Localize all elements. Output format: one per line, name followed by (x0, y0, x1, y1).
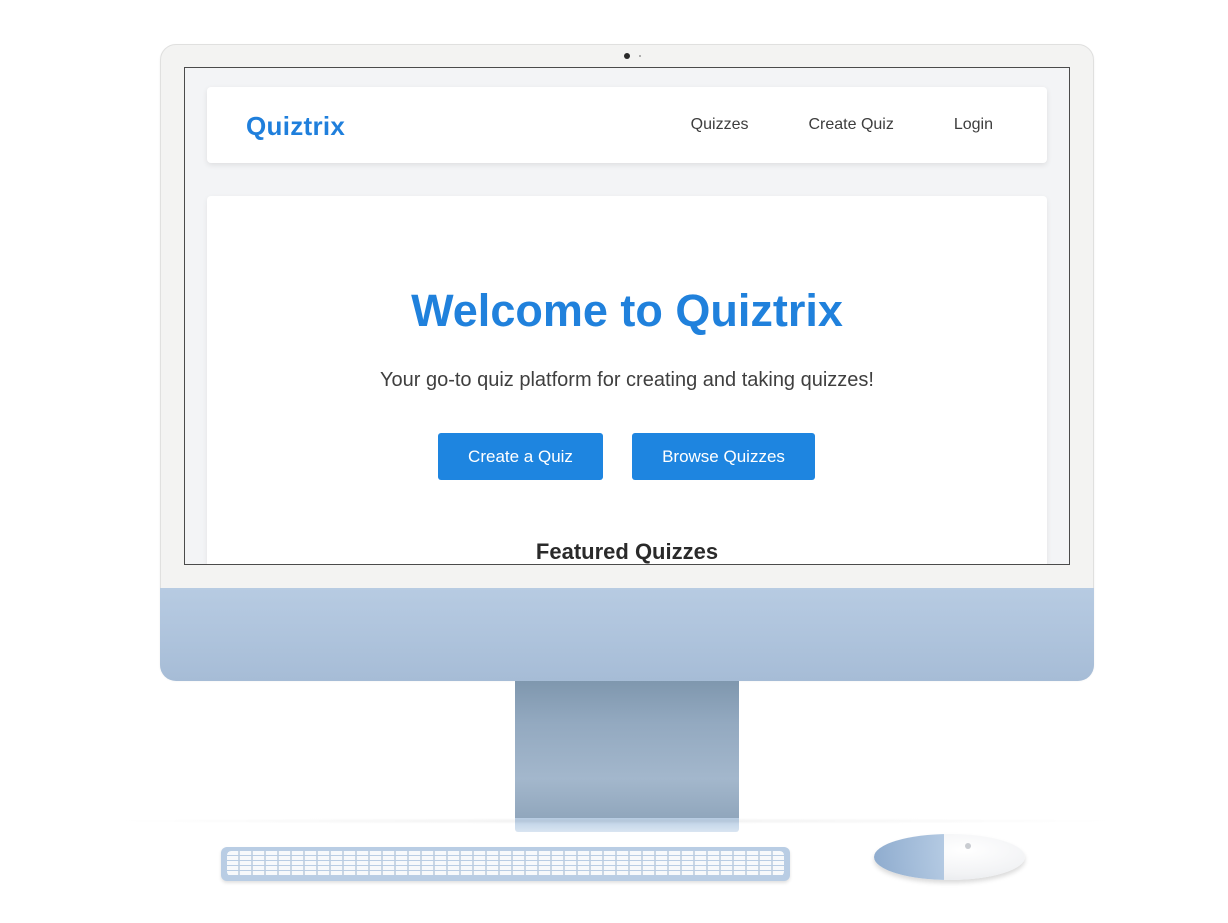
create-quiz-button[interactable]: Create a Quiz (438, 433, 603, 480)
camera-icon (624, 53, 630, 59)
hero-subtitle: Your go-to quiz platform for creating an… (380, 369, 874, 391)
nav-links: Quizzes Create Quiz Login (691, 116, 993, 134)
featured-quizzes-heading: Featured Quizzes (535, 539, 719, 564)
imac-stand (515, 681, 739, 821)
hero-title: Welcome to Quiztrix (411, 285, 843, 336)
nav-link-create-quiz[interactable]: Create Quiz (808, 116, 893, 134)
scene: Quiztrix Quizzes Create Quiz Login Welco… (0, 0, 1228, 923)
keyboard (221, 847, 790, 881)
navbar: Quiztrix Quizzes Create Quiz Login (207, 87, 1047, 163)
nav-link-login[interactable]: Login (954, 116, 993, 134)
mouse-base (874, 834, 944, 880)
brand-logo[interactable]: Quiztrix (246, 111, 345, 142)
hero-section: Welcome to Quiztrix Your go-to quiz plat… (207, 196, 1047, 564)
desk-shadow (100, 818, 1130, 824)
mouse (874, 834, 1025, 880)
nav-link-quizzes[interactable]: Quizzes (691, 116, 749, 134)
camera-sensor-icon (639, 55, 641, 57)
screen: Quiztrix Quizzes Create Quiz Login Welco… (184, 67, 1070, 565)
keyboard-keys (227, 851, 784, 876)
browse-quizzes-button[interactable]: Browse Quizzes (632, 433, 815, 480)
imac-chin (160, 588, 1094, 681)
apple-logo-icon (965, 843, 971, 849)
